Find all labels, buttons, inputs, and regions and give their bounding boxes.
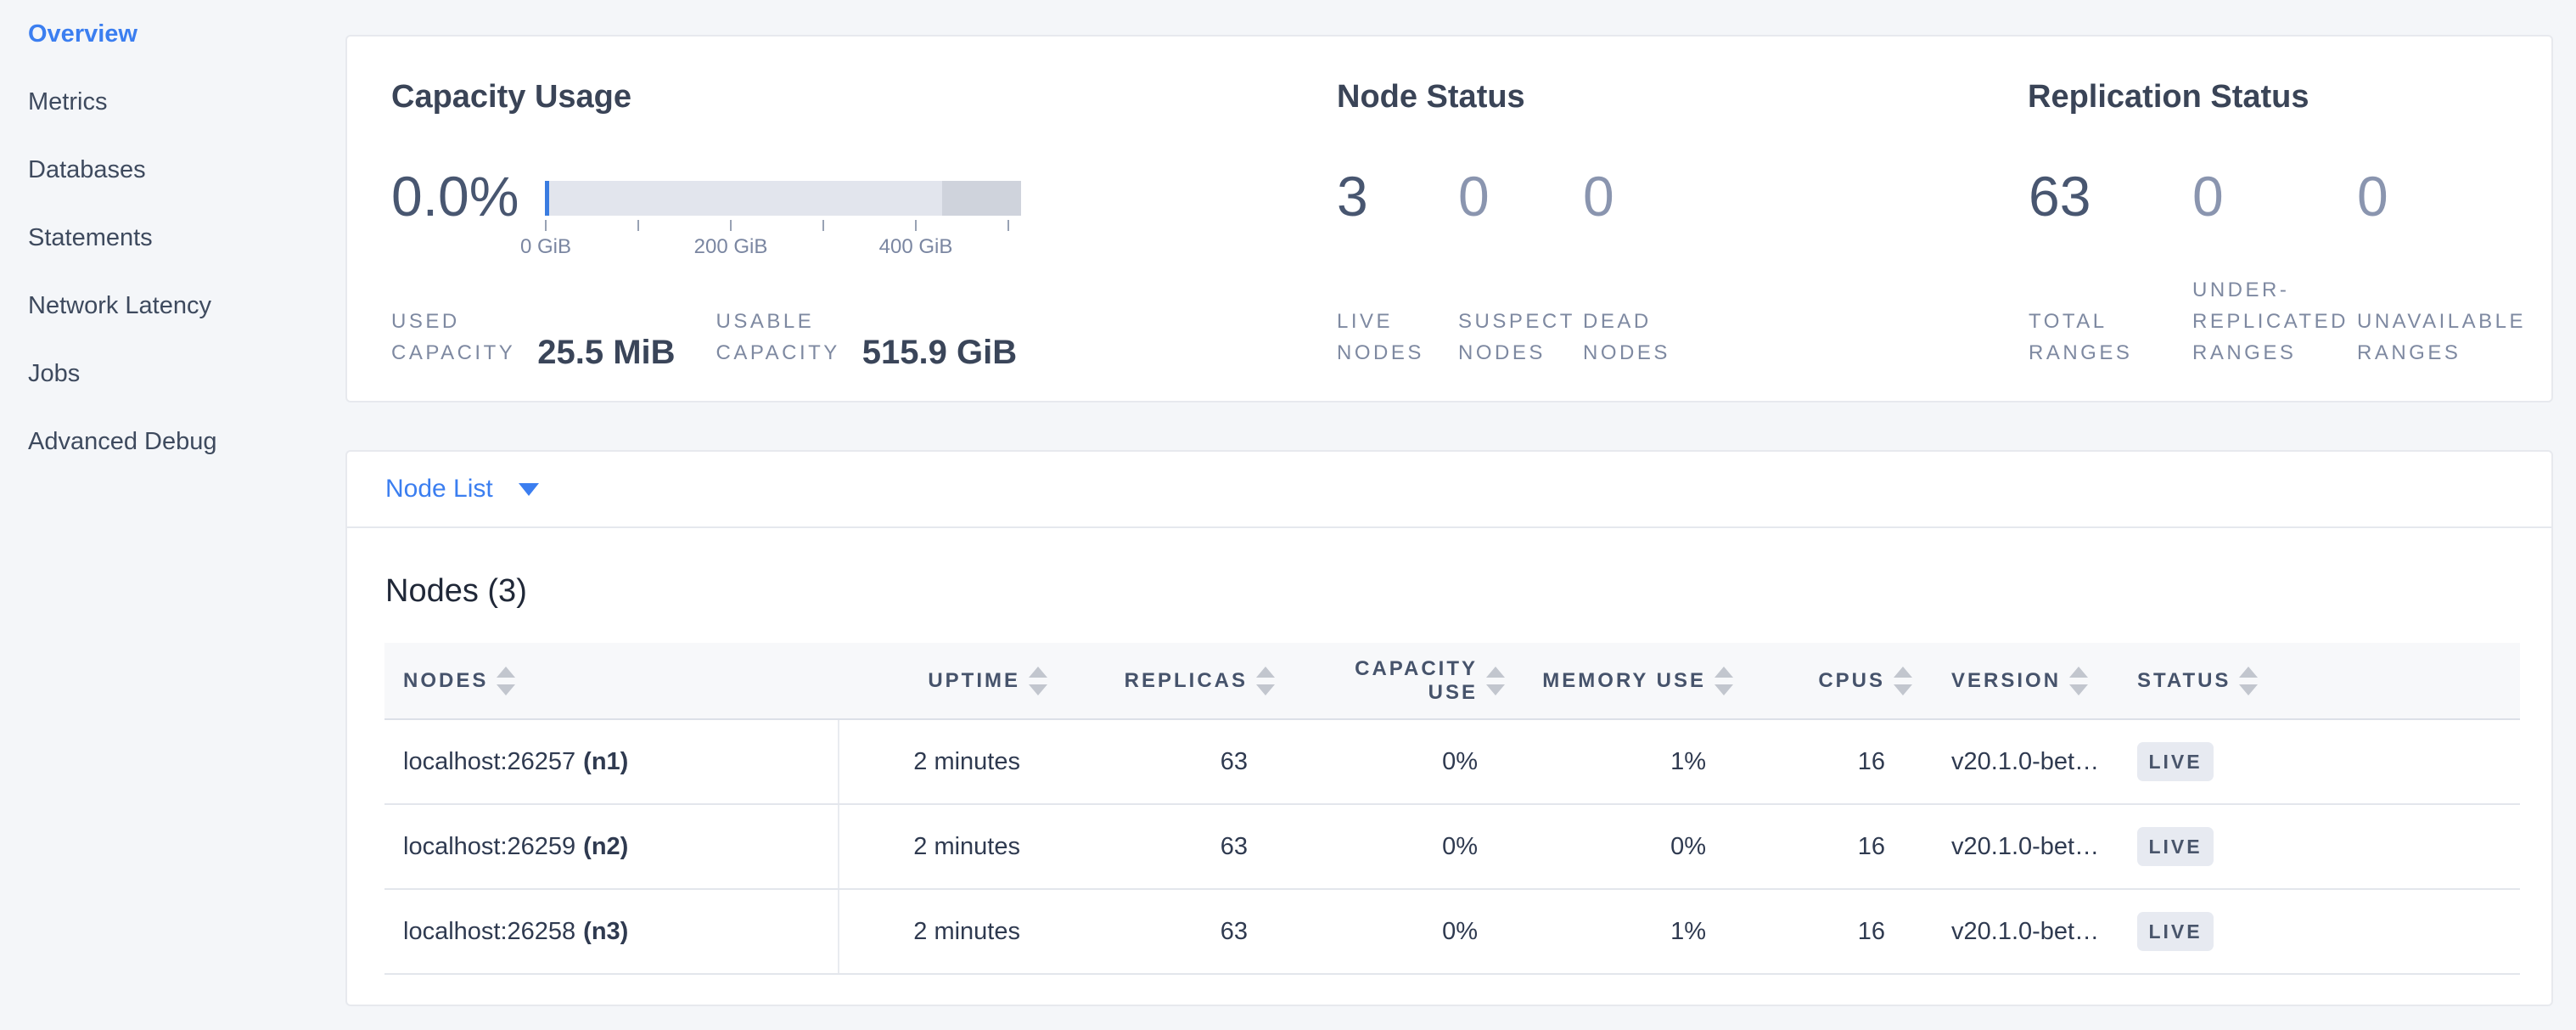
- nodes-card: Node List Nodes (3) NODES UPTIME REPLICA…: [345, 450, 2553, 1006]
- sort-icon: [1486, 666, 1505, 696]
- sort-icon: [1715, 666, 1733, 696]
- sort-icon: [1029, 666, 1047, 696]
- table-row-node-2[interactable]: localhost:26259(n2) 2 minutes 63 0% 0% 1…: [384, 805, 2520, 890]
- uptime-cell: 2 minutes: [839, 720, 1054, 803]
- node-id: (n3): [583, 918, 628, 946]
- capacity-gauge-other-segment: [942, 181, 1021, 216]
- gauge-tick: [1007, 220, 1009, 231]
- memory-use-cell: 1%: [1512, 890, 1740, 973]
- usable-capacity-value: 515.9 GiB: [862, 336, 1017, 369]
- status-cell: LIVE: [2120, 720, 2520, 803]
- column-header-cpus[interactable]: CPUS: [1740, 643, 1919, 718]
- sidebar-item-jobs[interactable]: Jobs: [0, 340, 345, 408]
- cpus-cell: 16: [1740, 805, 1919, 888]
- nodes-heading: Nodes (3): [385, 573, 527, 610]
- sort-icon: [2239, 666, 2258, 696]
- nodes-table-header: NODES UPTIME REPLICAS CAPACITY USE MEMOR…: [384, 643, 2520, 720]
- status-badge: LIVE: [2137, 742, 2214, 781]
- capacity-stats: USED CAPACITY 25.5 MiB USABLE CAPACITY 5…: [391, 306, 1017, 369]
- node-status-title: Node Status: [1337, 79, 1525, 115]
- status-cell: LIVE: [2120, 805, 2520, 888]
- cluster-summary-card: Capacity Usage 0.0% 0 GiB 200 GiB 400 Gi…: [345, 35, 2553, 402]
- used-capacity-value: 25.5 MiB: [537, 336, 675, 369]
- replication-status-title: Replication Status: [2028, 79, 2309, 115]
- chevron-down-icon: [519, 483, 539, 496]
- capacity-used-percent: 0.0%: [391, 166, 519, 227]
- status-badge: LIVE: [2137, 912, 2214, 951]
- status-cell: LIVE: [2120, 890, 2520, 973]
- suspect-nodes-label: SUSPECT NODES: [1458, 306, 1575, 369]
- node-id: (n1): [583, 748, 628, 776]
- replicas-cell: 63: [1054, 720, 1282, 803]
- memory-use-cell: 1%: [1512, 720, 1740, 803]
- sort-icon: [1256, 666, 1275, 696]
- gauge-tick: [637, 220, 639, 231]
- status-badge: LIVE: [2137, 827, 2214, 866]
- gauge-tick: [545, 220, 547, 231]
- sidebar-item-databases[interactable]: Databases: [0, 136, 345, 204]
- column-header-uptime[interactable]: UPTIME: [839, 643, 1054, 718]
- view-selector-bar: Node List: [347, 452, 2551, 528]
- column-header-version[interactable]: VERSION: [1919, 643, 2120, 718]
- column-header-nodes[interactable]: NODES: [384, 643, 839, 718]
- replicas-cell: 63: [1054, 890, 1282, 973]
- column-header-replicas[interactable]: REPLICAS: [1054, 643, 1282, 718]
- gauge-tick: [915, 220, 917, 231]
- sidebar-item-metrics[interactable]: Metrics: [0, 68, 345, 136]
- under-replicated-ranges-label: UNDER- REPLICATED RANGES: [2192, 274, 2349, 369]
- cpus-cell: 16: [1740, 890, 1919, 973]
- node-list-dropdown[interactable]: Node List: [385, 475, 539, 504]
- memory-use-cell: 0%: [1512, 805, 1740, 888]
- capacity-gauge: [545, 181, 1021, 216]
- sort-icon: [497, 666, 515, 696]
- sort-icon: [2069, 666, 2088, 696]
- node-address-cell: localhost:26258(n3): [384, 890, 839, 973]
- node-address-cell: localhost:26259(n2): [384, 805, 839, 888]
- capacity-usage-title: Capacity Usage: [391, 79, 631, 115]
- sidebar-item-advanced-debug[interactable]: Advanced Debug: [0, 408, 345, 476]
- total-ranges-count: 63: [2029, 166, 2091, 227]
- dead-nodes-label: DEAD NODES: [1583, 306, 1670, 369]
- usable-capacity-label: USABLE CAPACITY: [716, 306, 840, 369]
- replicas-cell: 63: [1054, 805, 1282, 888]
- column-header-memory-use[interactable]: MEMORY USE: [1512, 643, 1740, 718]
- gauge-tick-label: 0 GiB: [486, 235, 605, 259]
- capacity-use-cell: 0%: [1282, 805, 1512, 888]
- unavailable-ranges-label: UNAVAILABLE RANGES: [2357, 306, 2526, 369]
- sidebar: Overview Metrics Databases Statements Ne…: [0, 0, 345, 1030]
- gauge-tick: [822, 220, 824, 231]
- used-capacity-label: USED CAPACITY: [391, 306, 515, 369]
- sidebar-item-statements[interactable]: Statements: [0, 204, 345, 272]
- sort-icon: [1894, 666, 1912, 696]
- uptime-cell: 2 minutes: [839, 805, 1054, 888]
- version-cell: v20.1.0-bet…: [1919, 805, 2120, 888]
- uptime-cell: 2 minutes: [839, 890, 1054, 973]
- live-nodes-count: 3: [1337, 166, 1368, 227]
- capacity-use-cell: 0%: [1282, 890, 1512, 973]
- suspect-nodes-count: 0: [1458, 166, 1490, 227]
- sidebar-item-network-latency[interactable]: Network Latency: [0, 272, 345, 340]
- table-row-node-1[interactable]: localhost:26257(n1) 2 minutes 63 0% 1% 1…: [384, 720, 2520, 805]
- nodes-table: NODES UPTIME REPLICAS CAPACITY USE MEMOR…: [384, 643, 2520, 975]
- node-address-cell: localhost:26257(n1): [384, 720, 839, 803]
- unavailable-ranges-count: 0: [2357, 166, 2388, 227]
- capacity-use-cell: 0%: [1282, 720, 1512, 803]
- node-id: (n2): [583, 833, 628, 861]
- under-replicated-ranges-count: 0: [2192, 166, 2224, 227]
- dead-nodes-count: 0: [1583, 166, 1614, 227]
- gauge-tick-label: 200 GiB: [671, 235, 790, 259]
- version-cell: v20.1.0-bet…: [1919, 890, 2120, 973]
- sidebar-item-overview[interactable]: Overview: [0, 0, 345, 68]
- total-ranges-label: TOTAL RANGES: [2029, 306, 2132, 369]
- table-row-node-3[interactable]: localhost:26258(n3) 2 minutes 63 0% 1% 1…: [384, 890, 2520, 975]
- capacity-gauge-used-segment: [545, 181, 549, 216]
- gauge-tick: [730, 220, 732, 231]
- gauge-tick-label: 400 GiB: [856, 235, 975, 259]
- version-cell: v20.1.0-bet…: [1919, 720, 2120, 803]
- cpus-cell: 16: [1740, 720, 1919, 803]
- column-header-capacity-use[interactable]: CAPACITY USE: [1282, 643, 1512, 718]
- column-header-status[interactable]: STATUS: [2120, 643, 2520, 718]
- node-list-dropdown-label: Node List: [385, 475, 493, 504]
- live-nodes-label: LIVE NODES: [1337, 306, 1424, 369]
